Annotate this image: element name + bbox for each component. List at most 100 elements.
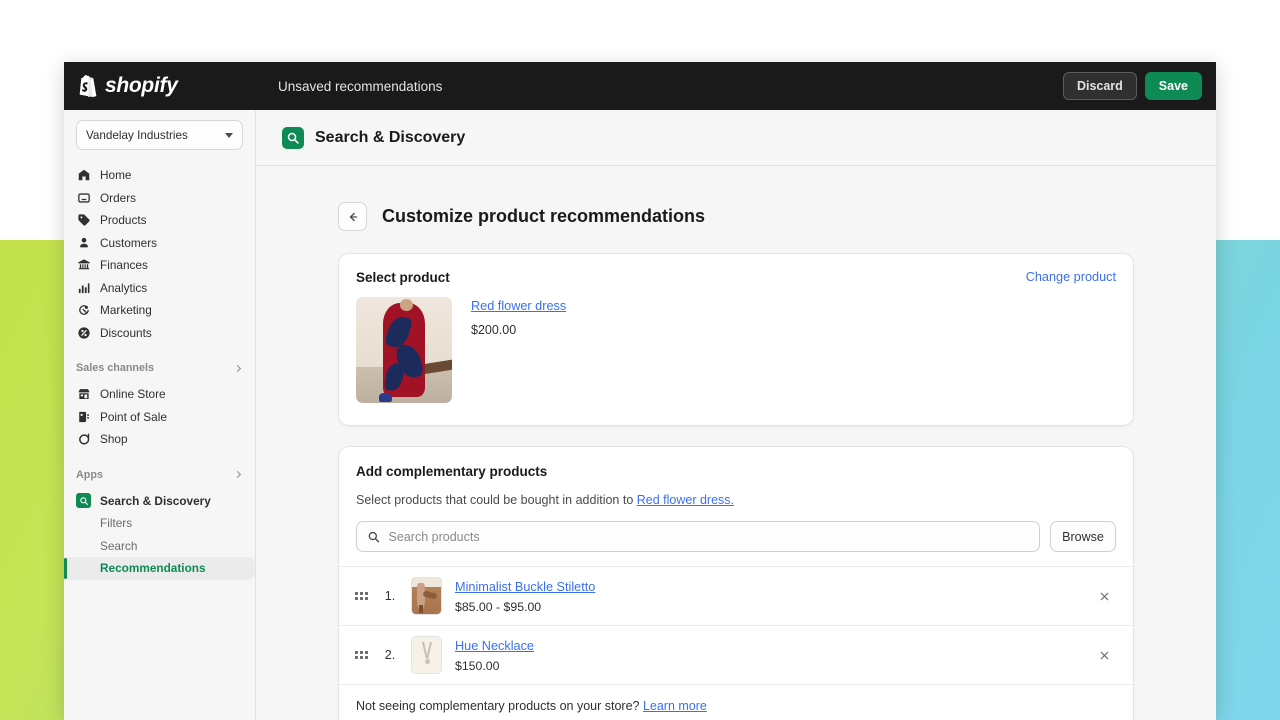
sidebar-item-label: Customers <box>100 236 157 250</box>
search-field[interactable] <box>356 521 1040 552</box>
complementary-title: Add complementary products <box>356 464 547 479</box>
online-store-icon <box>76 387 91 402</box>
product-name-link[interactable]: Red flower dress <box>471 299 566 313</box>
remove-row-button[interactable] <box>1092 584 1116 608</box>
customer-person-icon <box>76 235 91 250</box>
complementary-card-header: Add complementary products <box>339 447 1133 481</box>
sidebar-item-label: Shop <box>100 432 128 446</box>
discounts-tag-percent-icon <box>76 325 91 340</box>
products-tag-icon <box>76 213 91 228</box>
remove-row-button[interactable] <box>1092 643 1116 667</box>
change-product-link[interactable]: Change product <box>1026 270 1116 284</box>
sidebar-item-home[interactable]: Home <box>64 164 255 187</box>
sidebar-item-orders[interactable]: Orders <box>64 187 255 210</box>
discard-button[interactable]: Discard <box>1063 72 1137 100</box>
sidebar-item-finances[interactable]: Finances <box>64 254 255 277</box>
complementary-description: Select products that could be bought in … <box>339 481 1133 507</box>
sidebar-item-label: Point of Sale <box>100 410 167 424</box>
selected-product-details: Red flower dress $200.00 <box>471 297 566 403</box>
hue-necklace-photo <box>411 636 442 674</box>
back-button[interactable] <box>338 202 367 231</box>
shopify-logo[interactable]: shopify <box>64 74 264 98</box>
orders-inbox-icon <box>76 190 91 205</box>
search-input[interactable] <box>389 530 1029 544</box>
sidebar-item-filters[interactable]: Filters <box>64 512 255 535</box>
sidebar-subitem-label: Recommendations <box>100 561 206 575</box>
sidebar-item-online-store[interactable]: Online Store <box>64 383 255 406</box>
sidebar-item-search-and-discovery[interactable]: Search & Discovery <box>64 490 255 513</box>
browse-button[interactable]: Browse <box>1050 521 1116 552</box>
finances-bank-icon <box>76 258 91 273</box>
chevron-right-icon <box>234 471 241 478</box>
sidebar-item-analytics[interactable]: Analytics <box>64 277 255 300</box>
sidebar-item-label: Marketing <box>100 303 152 317</box>
unsaved-status-title: Unsaved recommendations <box>278 79 442 94</box>
shopify-bag-icon <box>78 75 99 98</box>
sidebar-sales-channels-list: Online Store Point of Sale Shop <box>64 383 255 451</box>
home-icon <box>76 168 91 183</box>
point-of-sale-icon <box>76 409 91 424</box>
table-row: 1. Minimalist Buckle Stiletto $85.00 - $… <box>339 566 1133 625</box>
complementary-description-link[interactable]: Red flower dress. <box>637 493 734 507</box>
minimalist-buckle-stiletto-photo <box>411 577 442 615</box>
sidebar-item-label: Search & Discovery <box>100 494 211 508</box>
select-product-card: Select product Change product Red flower… <box>338 253 1134 426</box>
sidebar-item-customers[interactable]: Customers <box>64 232 255 255</box>
row-details: Minimalist Buckle Stiletto $85.00 - $95.… <box>455 578 1092 614</box>
search-discovery-app-icon <box>282 127 304 149</box>
sidebar-item-label: Orders <box>100 191 136 205</box>
shopify-wordmark: shopify <box>105 74 178 98</box>
analytics-bars-icon <box>76 280 91 295</box>
search-icon <box>367 530 381 544</box>
sidebar-item-shop[interactable]: Shop <box>64 428 255 451</box>
arrow-left-icon <box>346 210 360 224</box>
product-search-row: Browse <box>339 507 1133 566</box>
row-index: 1. <box>377 589 403 603</box>
sidebar-item-search[interactable]: Search <box>64 535 255 558</box>
sidebar-section-sales-channels[interactable]: Sales channels <box>64 358 255 378</box>
drag-handle-icon[interactable] <box>355 651 369 659</box>
complementary-footer: Not seeing complementary products on you… <box>339 684 1133 720</box>
sidebar-item-point-of-sale[interactable]: Point of Sale <box>64 406 255 429</box>
sidebar-item-products[interactable]: Products <box>64 209 255 232</box>
sidebar-item-discounts[interactable]: Discounts <box>64 322 255 345</box>
close-icon <box>1098 649 1111 662</box>
save-button[interactable]: Save <box>1145 72 1202 100</box>
select-product-title: Select product <box>356 270 450 285</box>
product-price: $200.00 <box>471 323 566 337</box>
store-name: Vandelay Industries <box>86 129 188 142</box>
sidebar-item-label: Products <box>100 213 147 227</box>
table-row: 2. Hue Necklace $150.00 <box>339 625 1133 684</box>
app-page-header: Search & Discovery <box>256 110 1216 166</box>
page-titlebar: Customize product recommendations <box>256 166 1216 231</box>
sidebar-item-recommendations[interactable]: Recommendations <box>64 557 255 580</box>
sidebar: Vandelay Industries Home Orders P <box>64 110 256 720</box>
select-product-card-header: Select product Change product <box>339 254 1133 285</box>
sidebar-item-label: Finances <box>100 258 148 272</box>
complementary-description-text: Select products that could be bought in … <box>356 493 637 507</box>
sidebar-item-marketing[interactable]: Marketing <box>64 299 255 322</box>
drag-handle-icon[interactable] <box>355 592 369 600</box>
sidebar-subitem-label: Search <box>100 539 137 553</box>
sidebar-section-label: Apps <box>76 469 103 481</box>
product-name-link[interactable]: Hue Necklace <box>455 639 534 653</box>
main-content: Customize product recommendations Select… <box>256 166 1216 720</box>
chevron-down-icon <box>225 133 233 138</box>
sidebar-item-label: Online Store <box>100 387 166 401</box>
sidebar-apps-list: Search & Discovery Filters Search Recomm… <box>64 490 255 580</box>
top-bar: shopify Unsaved recommendations Discard … <box>64 62 1216 110</box>
learn-more-link[interactable]: Learn more <box>643 699 707 713</box>
product-name-link[interactable]: Minimalist Buckle Stiletto <box>455 580 595 594</box>
selected-product: Red flower dress $200.00 <box>339 285 1133 425</box>
sidebar-subitem-label: Filters <box>100 516 132 530</box>
shop-icon <box>76 432 91 447</box>
red-flower-dress-photo <box>356 297 452 403</box>
row-index: 2. <box>377 648 403 662</box>
complementary-footer-text: Not seeing complementary products on you… <box>356 699 643 713</box>
shopify-admin-window: shopify Unsaved recommendations Discard … <box>64 62 1216 720</box>
marketing-megaphone-icon <box>76 303 91 318</box>
sidebar-section-apps[interactable]: Apps <box>64 465 255 485</box>
sidebar-item-label: Home <box>100 168 131 182</box>
store-selector[interactable]: Vandelay Industries <box>76 120 243 150</box>
row-details: Hue Necklace $150.00 <box>455 637 1092 673</box>
